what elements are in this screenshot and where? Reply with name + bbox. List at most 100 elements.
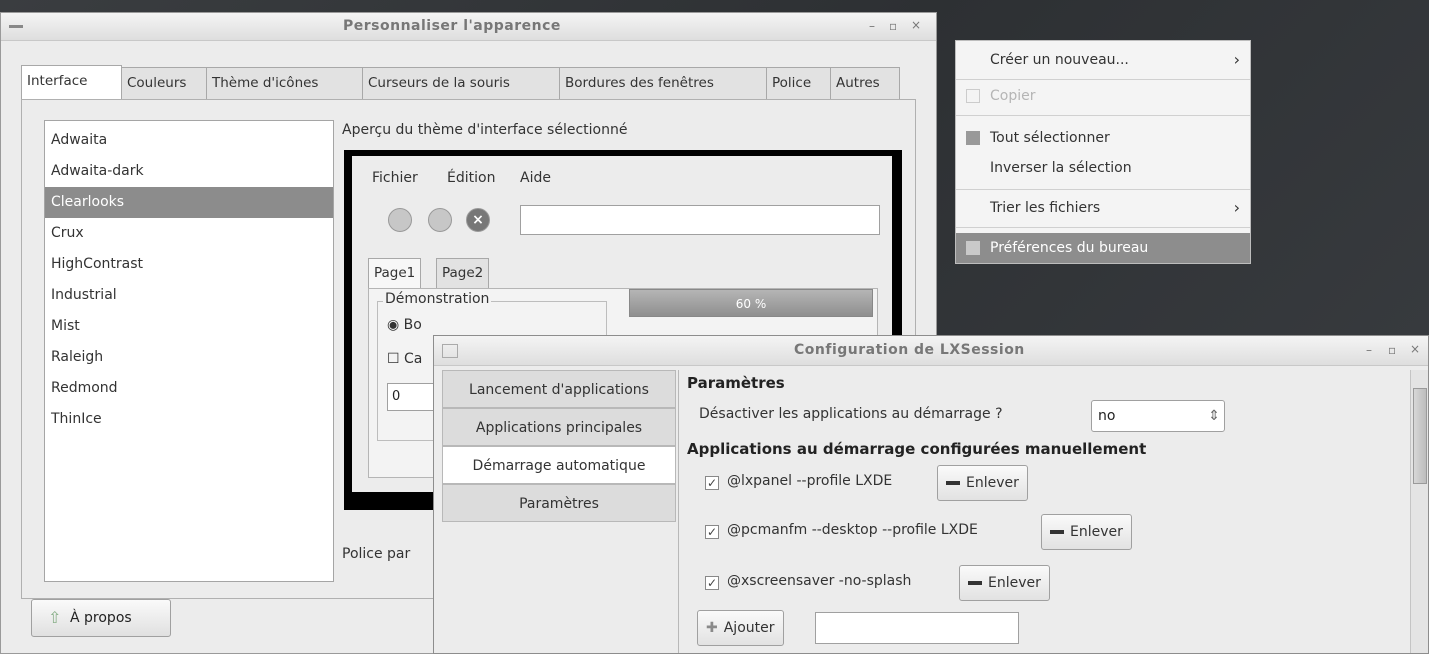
autostart-command: @lxpanel --profile LXDE — [727, 473, 893, 489]
remove-button[interactable]: Enlever — [1041, 514, 1132, 550]
preview-frame-label: Démonstration — [383, 291, 492, 307]
app-icon — [442, 344, 458, 358]
section-autostart: Applications au démarrage configurées ma… — [687, 440, 1147, 458]
maximize-icon[interactable]: ▫ — [889, 19, 897, 33]
theme-list[interactable]: Adwaita Adwaita-dark Clearlooks Crux Hig… — [44, 120, 334, 582]
tab-curseurs[interactable]: Curseurs de la souris — [362, 67, 560, 99]
appearance-tabs: Interface Couleurs Thème d'icônes Curseu… — [21, 65, 911, 99]
autostart-checkbox[interactable]: ✓ — [705, 525, 719, 539]
tab-lancement-applications[interactable]: Lancement d'applications — [442, 370, 676, 408]
tab-couleurs[interactable]: Couleurs — [121, 67, 207, 99]
section-parametres: Paramètres — [687, 374, 785, 392]
lxsession-window: Configuration de LXSession – ▫ × Lanceme… — [433, 335, 1429, 654]
tab-theme-icones[interactable]: Thème d'icônes — [206, 67, 363, 99]
preview-menu-edition: Édition — [447, 170, 496, 186]
theme-item[interactable]: Adwaita-dark — [45, 156, 333, 187]
desktop-context-menu: Créer un nouveau... › Copier Tout sélect… — [955, 40, 1251, 264]
menu-item-select-all[interactable]: Tout sélectionner — [956, 123, 1250, 153]
tab-parametres[interactable]: Paramètres — [442, 484, 676, 522]
preview-checkbox: ☐ Ca — [387, 351, 423, 367]
theme-item-selected[interactable]: Clearlooks — [45, 187, 333, 218]
tab-applications-principales[interactable]: Applications principales — [442, 408, 676, 446]
preview-progress: 60 % — [629, 289, 873, 317]
tab-autres[interactable]: Autres — [830, 67, 900, 99]
preview-back-icon — [388, 208, 412, 232]
menu-item-label: Copier — [990, 88, 1036, 104]
preview-radio-label: Bo — [403, 317, 422, 333]
autostart-command: @xscreensaver -no-splash — [727, 573, 912, 589]
remove-icon — [968, 581, 982, 585]
autostart-command: @pcmanfm --desktop --profile LXDE — [727, 522, 978, 538]
theme-item[interactable]: HighContrast — [45, 249, 333, 280]
preview-menu-aide: Aide — [520, 170, 551, 186]
menu-item-invert-selection[interactable]: Inverser la sélection — [956, 153, 1250, 183]
spin-arrows-icon: ⇕ — [1208, 408, 1220, 424]
remove-icon — [1050, 530, 1064, 534]
remove-button-label: Enlever — [966, 475, 1019, 491]
autostart-checkbox[interactable]: ✓ — [705, 576, 719, 590]
preview-check-label: Ca — [404, 351, 423, 367]
remove-button[interactable]: Enlever — [937, 465, 1028, 501]
menu-item-label: Inverser la sélection — [990, 160, 1132, 176]
theme-item[interactable]: Mist — [45, 311, 333, 342]
add-icon: ✚ — [706, 620, 718, 636]
copy-icon — [966, 89, 980, 103]
vertical-scrollbar[interactable] — [1410, 370, 1428, 653]
menu-item-sort-files[interactable]: Trier les fichiers › — [956, 193, 1250, 223]
menu-item-label: Préférences du bureau — [990, 240, 1149, 256]
theme-item[interactable]: Adwaita — [45, 125, 333, 156]
maximize-icon[interactable]: ▫ — [1388, 343, 1396, 357]
window-menu-icon[interactable] — [9, 25, 23, 28]
menu-separator — [956, 189, 1250, 190]
scrollbar-thumb[interactable] — [1413, 388, 1427, 484]
appearance-titlebar[interactable]: Personnaliser l'apparence – ▫ × — [1, 13, 936, 41]
remove-button-label: Enlever — [1070, 524, 1123, 540]
preferences-icon — [966, 241, 980, 255]
submenu-arrow-icon: › — [1233, 50, 1240, 69]
theme-item[interactable]: Industrial — [45, 280, 333, 311]
preview-radio: ◉ Bo — [387, 317, 422, 333]
autostart-checkbox[interactable]: ✓ — [705, 476, 719, 490]
autostart-panel: Paramètres Désactiver les applications a… — [678, 370, 1410, 653]
menu-item-label: Créer un nouveau... — [990, 52, 1129, 68]
minimize-icon[interactable]: – — [1366, 343, 1372, 357]
remove-button[interactable]: Enlever — [959, 565, 1050, 601]
preview-forward-icon — [428, 208, 452, 232]
menu-item-label: Trier les fichiers — [990, 200, 1101, 216]
disable-autostart-label: Désactiver les applications au démarrage… — [699, 406, 1003, 422]
disable-autostart-value: no — [1098, 408, 1116, 424]
about-button-label: À propos — [70, 610, 132, 626]
close-icon[interactable]: × — [911, 18, 921, 32]
menu-separator — [956, 115, 1250, 116]
menu-item-desktop-preferences[interactable]: Préférences du bureau — [956, 233, 1250, 263]
add-command-input[interactable] — [815, 612, 1019, 644]
menu-item-copy[interactable]: Copier — [956, 81, 1250, 111]
close-icon[interactable]: × — [1410, 342, 1420, 356]
menu-separator — [956, 227, 1250, 228]
about-button[interactable]: ⇧ À propos — [31, 599, 171, 637]
tab-demarrage-automatique[interactable]: Démarrage automatique — [442, 446, 676, 484]
preview-menu-fichier: Fichier — [372, 170, 418, 186]
select-all-icon — [966, 131, 980, 145]
menu-item-create-new[interactable]: Créer un nouveau... › — [956, 45, 1250, 75]
theme-item[interactable]: Redmond — [45, 373, 333, 404]
tab-bordures[interactable]: Bordures des fenêtres — [559, 67, 767, 99]
lxsession-titlebar[interactable]: Configuration de LXSession – ▫ × — [434, 336, 1428, 366]
tab-interface[interactable]: Interface — [21, 65, 122, 99]
theme-item[interactable]: ThinIce — [45, 404, 333, 435]
preview-entry — [520, 205, 880, 235]
remove-button-label: Enlever — [988, 575, 1041, 591]
theme-item[interactable]: Raleigh — [45, 342, 333, 373]
menu-item-label: Tout sélectionner — [990, 130, 1110, 146]
disable-autostart-select[interactable]: no ⇕ — [1091, 400, 1225, 432]
preview-label: Aperçu du thème d'interface sélectionné — [342, 122, 628, 138]
font-label: Police par — [342, 546, 411, 562]
add-button[interactable]: ✚ Ajouter — [697, 610, 784, 646]
minimize-icon[interactable]: – — [869, 19, 875, 33]
preview-stop-icon: × — [466, 208, 490, 232]
about-icon: ⇧ — [48, 608, 62, 627]
theme-item[interactable]: Crux — [45, 218, 333, 249]
tab-police[interactable]: Police — [766, 67, 831, 99]
preview-tab-page2: Page2 — [436, 258, 490, 288]
menu-separator — [956, 79, 1250, 80]
